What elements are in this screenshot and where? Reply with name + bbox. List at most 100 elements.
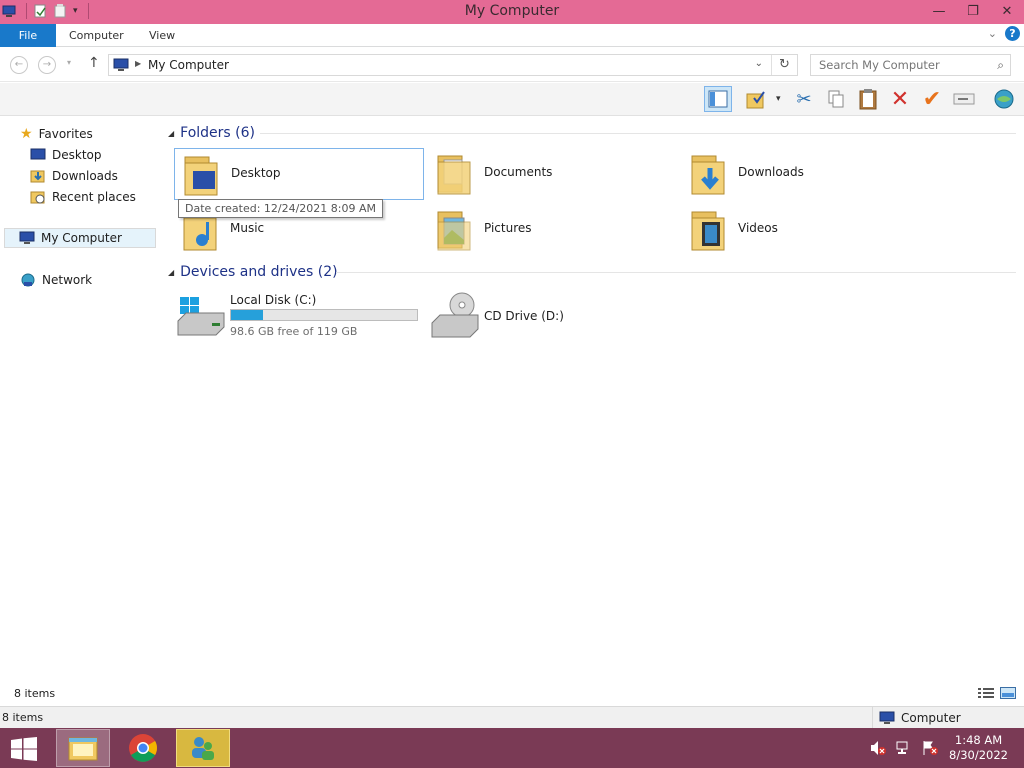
tiles-view-icon[interactable] — [1000, 687, 1016, 699]
maximize-button[interactable]: ❐ — [956, 0, 990, 22]
delete-button[interactable]: ✕ — [886, 86, 914, 112]
back-button[interactable]: ← — [10, 56, 28, 74]
search-box[interactable]: ⌕ — [810, 54, 1011, 76]
star-icon: ★ — [20, 126, 33, 142]
expand-ribbon-icon[interactable]: ⌄ — [988, 27, 997, 40]
command-toolbar: ▾ ✂ ✕ ✔ — [0, 83, 1024, 116]
tab-file[interactable]: File — [0, 24, 56, 47]
preview-pane-button[interactable] — [704, 86, 732, 112]
copy-button[interactable] — [822, 86, 850, 112]
start-button[interactable] — [10, 737, 38, 761]
address-path[interactable]: My Computer — [148, 58, 229, 72]
delete-x-icon: ✕ — [890, 86, 910, 112]
drive-usage-bar — [230, 309, 418, 321]
folder-label: Music — [230, 221, 265, 235]
address-dropdown-icon[interactable]: ⌄ — [755, 58, 763, 69]
ribbon-controls: ⌄ ? — [988, 26, 1020, 41]
close-button[interactable]: ✕ — [990, 0, 1024, 22]
folder-tile-documents[interactable]: Documents — [428, 148, 678, 200]
drive-tile-local-disk[interactable]: Local Disk (C:) 98.6 GB free of 119 GB — [174, 289, 424, 349]
search-icon[interactable]: ⌕ — [997, 58, 1004, 73]
folders-header-label: Folders (6) — [180, 125, 255, 141]
content-area: ◢ Folders (6) Desktop Documents Download… — [160, 117, 1024, 677]
documents-folder-icon — [437, 155, 471, 195]
taskbar-contacts-app[interactable] — [176, 729, 230, 767]
folder-tile-videos[interactable]: Videos — [682, 204, 932, 256]
clock-time: 1:48 AM — [954, 733, 1003, 747]
downloads-folder-icon — [691, 155, 725, 195]
search-input[interactable] — [811, 55, 991, 75]
videos-folder-icon — [691, 211, 725, 251]
computer-icon — [879, 711, 895, 724]
title-bar: ▾ My Computer — ❐ ✕ — [0, 0, 1024, 24]
chrome-icon — [129, 734, 157, 762]
details-view-icon[interactable] — [978, 687, 994, 699]
folder-tile-downloads[interactable]: Downloads — [682, 148, 932, 200]
nav-item-network[interactable]: Network — [20, 270, 92, 290]
action-center-icon[interactable] — [922, 740, 938, 756]
properties-button[interactable] — [742, 86, 770, 112]
globe-icon — [994, 89, 1014, 109]
folder-label: Videos — [738, 221, 778, 235]
network-tray-icon[interactable] — [896, 740, 912, 756]
folder-label: Documents — [484, 165, 553, 179]
file-explorer-icon — [68, 737, 98, 761]
folders-group-header[interactable]: ◢ Folders (6) — [168, 125, 255, 141]
taskbar-chrome[interactable] — [116, 729, 170, 767]
computer-icon — [19, 231, 35, 244]
help-icon[interactable]: ? — [1005, 26, 1020, 41]
collapse-triangle-icon[interactable]: ◢ — [168, 268, 174, 277]
desktop-icon — [30, 148, 46, 160]
folder-check-icon — [746, 91, 765, 109]
up-button[interactable]: ↑ — [88, 55, 100, 71]
taskbar-clock[interactable]: 1:48 AM 8/30/2022 — [949, 733, 1008, 763]
path-separator-icon[interactable]: ▶ — [135, 59, 141, 68]
location-label: Computer — [901, 711, 961, 725]
nav-item-label: My Computer — [41, 231, 122, 245]
folder-tile-pictures[interactable]: Pictures — [428, 204, 678, 256]
rename-button[interactable]: ✔ — [918, 86, 946, 112]
clipboard-icon — [859, 89, 877, 110]
nav-item-recent-places[interactable]: Recent places — [30, 187, 136, 207]
desktop-folder-icon — [184, 156, 218, 196]
refresh-button[interactable]: ↻ — [771, 55, 797, 75]
nav-favorites-label: Favorites — [38, 127, 93, 141]
folder-tile-desktop[interactable]: Desktop — [174, 148, 424, 200]
layout-icon — [708, 90, 728, 108]
recent-locations-icon[interactable]: ▾ — [67, 58, 71, 67]
paste-button[interactable] — [854, 86, 882, 112]
item-count: 8 items — [14, 687, 56, 700]
local-disk-icon — [177, 297, 225, 336]
network-icon — [21, 273, 35, 287]
network-globe-button[interactable] — [990, 86, 1018, 112]
address-row: ← → ▾ ↑ ▶ My Computer ⌄ ↻ ⌕ — [0, 48, 1024, 82]
folder-label: Pictures — [484, 221, 532, 235]
collapse-triangle-icon[interactable]: ◢ — [168, 129, 174, 138]
minimize-button[interactable]: — — [922, 0, 956, 22]
drive-usage-fill — [231, 310, 263, 320]
drive-tile-cd-drive[interactable]: CD Drive (D:) — [428, 289, 678, 349]
taskbar-file-explorer[interactable] — [56, 729, 110, 767]
group-divider — [260, 133, 1016, 134]
downloads-icon — [30, 170, 45, 183]
system-tray — [870, 740, 938, 756]
nav-item-downloads[interactable]: Downloads — [30, 166, 118, 186]
tab-computer[interactable]: Computer — [69, 24, 124, 47]
ribbon-tabs: File Computer View ⌄ ? — [0, 24, 1024, 47]
status-bar: 8 items — [0, 682, 1024, 706]
cut-button[interactable]: ✂ — [790, 86, 818, 112]
forward-button[interactable]: → — [38, 56, 56, 74]
folder-label: Desktop — [231, 166, 281, 180]
dropdown-arrow-icon[interactable]: ▾ — [776, 94, 781, 104]
nav-favorites[interactable]: ★ Favorites — [20, 124, 93, 144]
tab-view[interactable]: View — [149, 24, 175, 47]
nav-item-label: Network — [42, 273, 93, 287]
address-bar[interactable]: ▶ My Computer ⌄ ↻ — [108, 54, 798, 76]
drive-icon — [953, 93, 975, 105]
nav-item-desktop[interactable]: Desktop — [30, 145, 102, 165]
volume-muted-icon[interactable] — [870, 740, 886, 756]
nav-item-my-computer[interactable]: My Computer — [4, 228, 156, 248]
map-drive-button[interactable] — [950, 86, 978, 112]
group-divider — [336, 272, 1016, 273]
drives-group-header[interactable]: ◢ Devices and drives (2) — [168, 264, 338, 280]
